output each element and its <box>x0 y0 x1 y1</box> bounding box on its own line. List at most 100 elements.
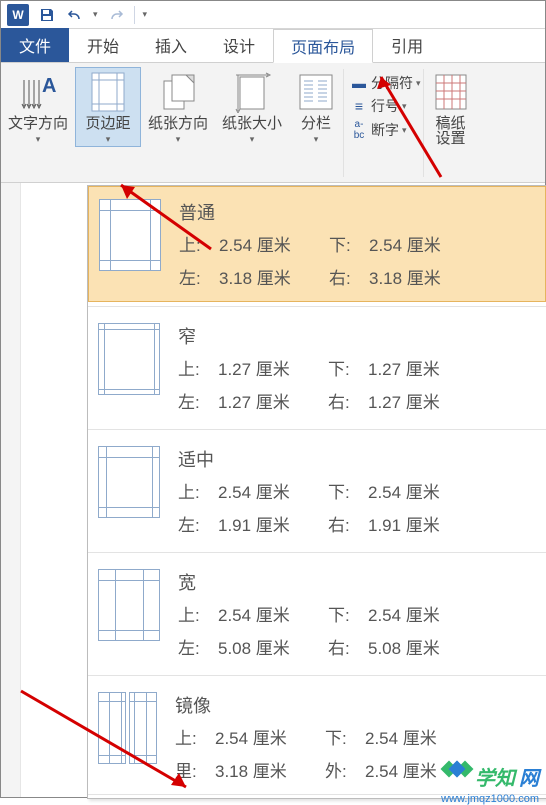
paper-size-label: 纸张大小 <box>222 115 282 133</box>
label-top: 上: <box>178 355 218 380</box>
margin-option-title: 普通 <box>179 199 535 225</box>
label-bottom: 下: <box>329 231 369 256</box>
undo-dropdown-caret[interactable]: ▾ <box>93 9 98 20</box>
label-left: 左: <box>178 634 218 659</box>
label-top: 上: <box>175 724 215 749</box>
value-left: 1.91 厘米 <box>218 511 328 536</box>
line-numbers-label: 行号 <box>371 96 399 116</box>
label-left: 左: <box>178 511 218 536</box>
margin-option-title: 镜像 <box>175 692 536 718</box>
value-top: 1.27 厘米 <box>218 355 328 380</box>
value-top: 2.54 厘米 <box>218 601 328 626</box>
svg-text:A: A <box>42 75 56 97</box>
value-top: 2.54 厘米 <box>218 478 328 503</box>
watermark-text-1: 学知 <box>475 762 515 791</box>
dropdown-caret-icon: ▾ <box>416 78 421 89</box>
margin-preview-icon <box>99 199 161 271</box>
page-setup-mini-group: ▬ 分隔符 ▾ ≡ 行号 ▾ a-bc 断字 ▾ <box>344 67 423 141</box>
label-top: 上: <box>178 601 218 626</box>
margin-option-normal[interactable]: 普通 上: 2.54 厘米 下: 2.54 厘米 左: 3.18 厘米 右: 3… <box>88 186 546 302</box>
watermark: 学知网 www.jmqz1000.com <box>443 762 539 791</box>
dropdown-caret-icon: ▾ <box>250 134 255 145</box>
dropdown-caret-icon: ▾ <box>106 134 111 145</box>
label-right: 右: <box>328 511 368 536</box>
breaks-label: 分隔符 <box>371 73 413 93</box>
qat-customize-caret[interactable]: ▾ <box>143 9 148 20</box>
manuscript-icon <box>431 71 471 113</box>
columns-button[interactable]: 分栏 ▾ <box>289 67 343 147</box>
margin-option-title: 窄 <box>178 323 536 349</box>
dropdown-caret-icon: ▾ <box>402 101 407 112</box>
value-left: 1.27 厘米 <box>218 388 328 413</box>
margin-preview-icon <box>98 323 160 395</box>
margin-option-moderate[interactable]: 适中 上: 2.54 厘米 下: 2.54 厘米 左: 1.91 厘米 右: 1… <box>88 434 546 548</box>
tab-design[interactable]: 设计 <box>205 28 273 62</box>
value-bottom: 2.54 厘米 <box>365 724 536 749</box>
watermark-logo-icon <box>443 763 471 791</box>
ribbon-tabstrip: 文件 开始 插入 设计 页面布局 引用 <box>1 29 545 63</box>
value-bottom: 2.54 厘米 <box>368 601 536 626</box>
manuscript-label-2: 设置 <box>436 130 466 148</box>
gallery-separator <box>88 552 546 553</box>
margins-gallery: 普通 上: 2.54 厘米 下: 2.54 厘米 左: 3.18 厘米 右: 3… <box>87 185 546 799</box>
value-left: 5.08 厘米 <box>218 634 328 659</box>
watermark-url: www.jmqz1000.com <box>441 793 539 805</box>
paper-size-button[interactable]: 纸张大小 ▾ <box>215 67 289 147</box>
margin-option-title: 适中 <box>178 446 536 472</box>
tab-page-layout[interactable]: 页面布局 <box>273 29 373 63</box>
margin-option-narrow[interactable]: 窄 上: 1.27 厘米 下: 1.27 厘米 左: 1.27 厘米 右: 1.… <box>88 311 546 425</box>
margins-icon <box>88 71 128 113</box>
gallery-separator <box>88 429 546 430</box>
tab-file[interactable]: 文件 <box>1 28 69 62</box>
undo-button[interactable] <box>65 5 85 25</box>
label-outside: 外: <box>325 757 365 782</box>
dropdown-caret-icon: ▾ <box>402 125 407 136</box>
dropdown-caret-icon: ▾ <box>314 134 319 145</box>
tab-home[interactable]: 开始 <box>69 28 137 62</box>
margin-option-title: 宽 <box>178 569 536 595</box>
orientation-label: 纸张方向 <box>148 115 208 133</box>
margin-preview-icon <box>98 692 157 782</box>
hyphenation-icon: a-bc <box>350 119 368 141</box>
watermark-text-2: 网 <box>519 762 539 791</box>
label-left: 左: <box>178 388 218 413</box>
margins-button[interactable]: 页边距 ▾ <box>75 67 141 147</box>
manuscript-paper-button[interactable]: 稿纸 设置 <box>424 67 478 150</box>
dropdown-caret-icon: ▾ <box>176 134 181 145</box>
text-direction-button[interactable]: A 文字方向 ▾ <box>1 67 75 147</box>
line-numbers-button[interactable]: ≡ 行号 ▾ <box>350 96 421 116</box>
value-right: 5.08 厘米 <box>368 634 536 659</box>
orientation-button[interactable]: 纸张方向 ▾ <box>141 67 215 147</box>
gallery-separator <box>88 675 546 676</box>
tab-references[interactable]: 引用 <box>373 28 441 62</box>
value-bottom: 2.54 厘米 <box>368 478 536 503</box>
app-icon: W <box>7 4 29 26</box>
label-top: 上: <box>178 478 218 503</box>
redo-button[interactable] <box>106 5 126 25</box>
label-right: 右: <box>329 264 369 289</box>
orientation-icon <box>158 71 198 113</box>
ribbon-page-layout: A 文字方向 ▾ 页边距 ▾ 纸张方向 ▾ 纸张大小 ▾ <box>1 63 545 183</box>
label-right: 右: <box>328 634 368 659</box>
hyphenation-button[interactable]: a-bc 断字 ▾ <box>350 119 421 141</box>
navigation-pane-edge <box>1 183 21 797</box>
label-bottom: 下: <box>328 601 368 626</box>
gallery-separator <box>88 306 546 307</box>
value-inside: 3.18 厘米 <box>215 757 325 782</box>
dropdown-caret-icon: ▾ <box>36 134 41 145</box>
margin-preview-icon <box>98 569 160 641</box>
label-bottom: 下: <box>328 355 368 380</box>
label-bottom: 下: <box>328 478 368 503</box>
save-button[interactable] <box>37 5 57 25</box>
value-right: 3.18 厘米 <box>369 264 535 289</box>
value-right: 1.27 厘米 <box>368 388 536 413</box>
margin-option-wide[interactable]: 宽 上: 2.54 厘米 下: 2.54 厘米 左: 5.08 厘米 右: 5.… <box>88 557 546 671</box>
breaks-button[interactable]: ▬ 分隔符 ▾ <box>350 73 421 93</box>
hyphenation-label: 断字 <box>371 120 399 140</box>
value-bottom: 1.27 厘米 <box>368 355 536 380</box>
label-right: 右: <box>328 388 368 413</box>
tab-insert[interactable]: 插入 <box>137 28 205 62</box>
value-right: 1.91 厘米 <box>368 511 536 536</box>
label-inside: 里: <box>175 757 215 782</box>
breaks-icon: ▬ <box>350 75 368 91</box>
